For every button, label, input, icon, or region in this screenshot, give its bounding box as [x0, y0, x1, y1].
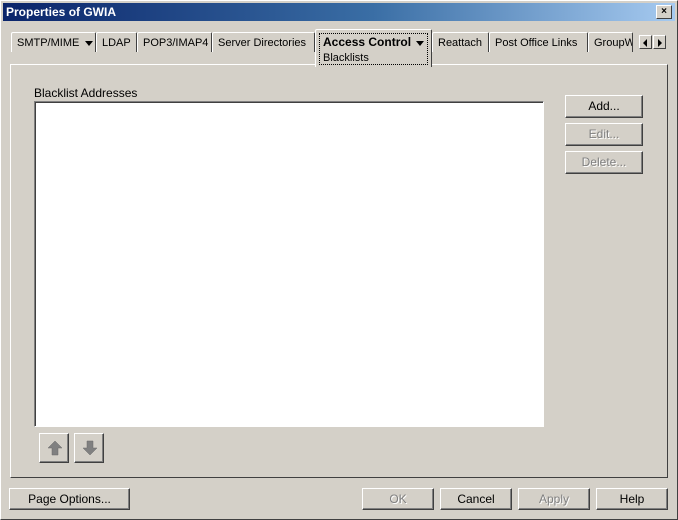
edit-button[interactable]: Edit... — [565, 123, 643, 146]
arrow-down-icon — [82, 440, 98, 456]
dropdown-arrow-icon[interactable] — [416, 41, 424, 46]
tab-label: Post Office Links — [495, 37, 578, 49]
tab-label: POP3/IMAP4 — [143, 37, 209, 49]
tab-pop3-imap4[interactable]: POP3/IMAP4 — [137, 32, 212, 52]
tab-label: LDAP — [102, 37, 131, 49]
arrow-right-icon — [658, 39, 662, 47]
title-bar[interactable]: Properties of GWIA × — [3, 3, 675, 21]
apply-button[interactable]: Apply — [518, 488, 590, 510]
blacklist-addresses-list[interactable] — [34, 101, 544, 427]
dropdown-arrow-icon[interactable] — [85, 40, 94, 46]
add-button[interactable]: Add... — [565, 95, 643, 118]
tab-groupwise-partial[interactable]: GroupW — [588, 32, 633, 52]
tab-post-office-links[interactable]: Post Office Links — [489, 32, 588, 52]
help-button[interactable]: Help — [596, 488, 668, 510]
page-options-button[interactable]: Page Options... — [9, 488, 130, 510]
close-icon: × — [661, 6, 667, 17]
move-up-button[interactable] — [39, 433, 69, 463]
tab-label: SMTP/MIME — [17, 37, 80, 49]
arrow-up-icon — [47, 440, 63, 456]
tab-subpage-label[interactable]: Blacklists — [323, 52, 369, 64]
tab-reattach[interactable]: Reattach — [432, 32, 489, 52]
close-button[interactable]: × — [656, 5, 672, 19]
tab-server-directories[interactable]: Server Directories — [212, 32, 315, 52]
tab-scroll-right-button[interactable] — [653, 35, 666, 49]
blacklist-addresses-label: Blacklist Addresses — [34, 86, 138, 100]
tab-ldap[interactable]: LDAP — [96, 32, 137, 52]
ok-button[interactable]: OK — [362, 488, 434, 510]
tab-scroll-left-button[interactable] — [639, 35, 652, 49]
cancel-button[interactable]: Cancel — [440, 488, 512, 510]
move-down-button[interactable] — [74, 433, 104, 463]
tab-label: Access Control — [323, 35, 412, 49]
delete-button[interactable]: Delete... — [565, 151, 643, 174]
tab-access-control[interactable]: Access Control Blacklists — [315, 29, 432, 67]
arrow-left-icon — [643, 39, 647, 47]
tab-label: Reattach — [438, 37, 483, 49]
tab-smtp-mime[interactable]: SMTP/MIME — [11, 32, 96, 52]
window-title: Properties of GWIA — [6, 5, 117, 19]
tab-label: Server Directories — [218, 37, 307, 49]
tab-label: GroupW — [594, 37, 633, 49]
